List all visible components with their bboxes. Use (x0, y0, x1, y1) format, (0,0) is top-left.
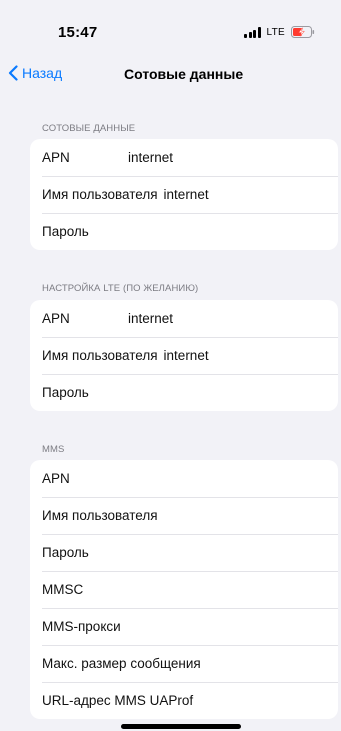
battery-charging-icon (291, 26, 315, 38)
mms-uaprof-url-label: URL-адрес MMS UAProf (42, 693, 194, 708)
cellular-data-group: APN internet Имя пользователя internet П… (30, 139, 338, 250)
mms-proxy-row[interactable]: MMS-прокси (30, 608, 338, 645)
lte-password-label: Пароль (42, 385, 89, 400)
home-indicator[interactable] (121, 724, 241, 729)
lte-apn-label: APN (42, 311, 70, 326)
mms-uaprof-url-row[interactable]: URL-адрес MMS UAProf (30, 682, 338, 719)
cellular-username-field[interactable]: internet (164, 187, 209, 202)
lte-username-row[interactable]: Имя пользователя internet (30, 337, 338, 374)
lte-password-row[interactable]: Пароль (30, 374, 338, 411)
mms-apn-label: APN (42, 471, 70, 486)
mms-username-row[interactable]: Имя пользователя (30, 497, 338, 534)
lte-username-label: Имя пользователя (42, 348, 158, 363)
mms-username-label: Имя пользователя (42, 508, 158, 523)
network-type: LTE (266, 26, 285, 38)
lte-settings-group: APN internet Имя пользователя internet П… (30, 300, 338, 411)
page-title: Сотовые данные (124, 66, 244, 82)
mms-password-row[interactable]: Пароль (30, 534, 338, 571)
lte-apn-field[interactable]: internet (128, 311, 173, 326)
status-bar: 15:47 LTE (0, 0, 341, 60)
cellular-apn-label: APN (42, 150, 70, 165)
back-label: Назад (22, 65, 63, 81)
mms-apn-row[interactable]: APN (30, 460, 338, 497)
mmsc-label: MMSC (42, 582, 84, 597)
section-header-mms: MMS (42, 444, 65, 455)
section-header-cellular: СОТОВЫЕ ДАННЫЕ (42, 123, 136, 134)
cellular-username-label: Имя пользователя (42, 187, 158, 202)
mms-settings-group: APN Имя пользователя Пароль MMSC MMS-про… (30, 460, 338, 719)
navigation-bar: Назад Сотовые данные (0, 60, 341, 90)
back-button[interactable]: Назад (8, 65, 62, 81)
mms-max-size-row[interactable]: Макс. размер сообщения (30, 645, 338, 682)
section-header-lte: НАСТРОЙКА LTE (ПО ЖЕЛАНИЮ) (42, 283, 199, 294)
cellular-signal-icon (244, 26, 261, 38)
cellular-username-row[interactable]: Имя пользователя internet (30, 176, 338, 213)
status-time: 15:47 (58, 24, 98, 41)
cellular-apn-field[interactable]: internet (128, 150, 173, 165)
chevron-left-icon (8, 65, 18, 81)
cellular-apn-row[interactable]: APN internet (30, 139, 338, 176)
mms-max-size-label: Макс. размер сообщения (42, 656, 201, 671)
cellular-password-label: Пароль (42, 224, 89, 239)
lte-apn-row[interactable]: APN internet (30, 300, 338, 337)
mms-password-label: Пароль (42, 545, 89, 560)
mmsc-row[interactable]: MMSC (30, 571, 338, 608)
lte-username-field[interactable]: internet (164, 348, 209, 363)
mms-proxy-label: MMS-прокси (42, 619, 121, 634)
status-indicators: LTE (244, 26, 315, 38)
cellular-password-row[interactable]: Пароль (30, 213, 338, 250)
